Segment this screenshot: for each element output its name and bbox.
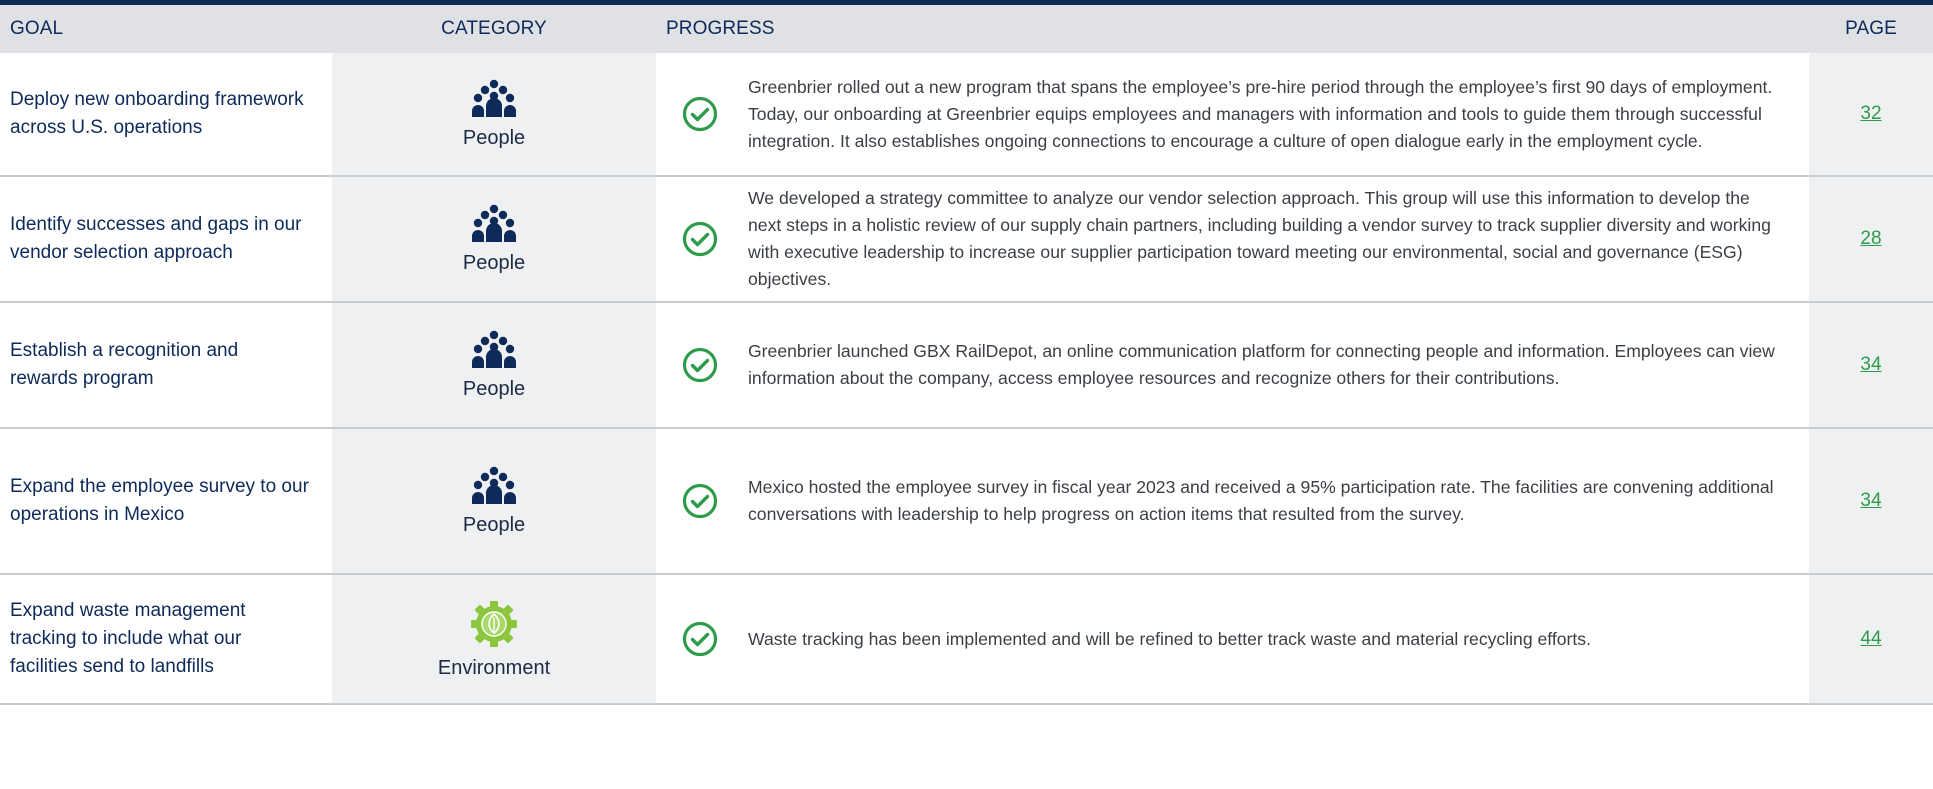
check-circle-icon	[682, 347, 718, 383]
page-cell: 34	[1809, 303, 1933, 427]
goal-text: Expand waste management tracking to incl…	[10, 600, 246, 677]
table-row: Identify successes and gaps in our vendo…	[0, 177, 1933, 303]
category-cell: People	[332, 177, 656, 301]
category-cell: People	[332, 53, 656, 175]
progress-cell: Greenbrier launched GBX RailDepot, an on…	[656, 303, 1809, 427]
check-circle-icon	[682, 483, 718, 519]
goal-cell: Establish a recognition and rewards prog…	[0, 303, 332, 427]
goal-text: Establish a recognition and rewards prog…	[10, 340, 239, 389]
check-circle-icon	[682, 96, 718, 132]
progress-text: Greenbrier rolled out a new program that…	[748, 76, 1773, 151]
people-icon	[472, 79, 516, 117]
category-label: People	[462, 126, 526, 149]
progress-text: Mexico hosted the employee survey in fis…	[748, 477, 1774, 524]
header-category: CATEGORY	[441, 18, 547, 39]
people-icon	[472, 466, 516, 504]
table-row: Expand waste management tracking to incl…	[0, 575, 1933, 705]
people-icon	[472, 204, 516, 242]
progress-cell: Mexico hosted the employee survey in fis…	[656, 429, 1809, 573]
progress-cell: Greenbrier rolled out a new program that…	[656, 53, 1809, 175]
category-cell: People	[332, 303, 656, 427]
check-circle-icon	[682, 621, 718, 657]
header-progress: PROGRESS	[666, 18, 775, 39]
table-row: Expand the employee survey to our operat…	[0, 429, 1933, 575]
table-row: Deploy new onboarding framework across U…	[0, 53, 1933, 177]
page-cell: 34	[1809, 429, 1933, 573]
goal-cell: Identify successes and gaps in our vendo…	[0, 177, 332, 301]
progress-text: Greenbrier launched GBX RailDepot, an on…	[748, 341, 1775, 388]
header-goal: GOAL	[10, 18, 64, 39]
check-circle-icon	[682, 221, 718, 257]
people-icon	[472, 330, 516, 368]
progress-text: Waste tracking has been implemented and …	[748, 628, 1591, 649]
progress-text: We developed a strategy committee to ana…	[748, 188, 1771, 289]
progress-cell: We developed a strategy committee to ana…	[656, 177, 1809, 301]
category-label: People	[462, 251, 526, 274]
page-link[interactable]: 32	[1860, 103, 1881, 125]
page-link[interactable]: 44	[1860, 628, 1881, 650]
progress-cell: Waste tracking has been implemented and …	[656, 575, 1809, 703]
category-label: People	[462, 513, 526, 536]
table-row: Establish a recognition and rewards prog…	[0, 303, 1933, 429]
category-label: Environment	[437, 656, 551, 679]
page-link[interactable]: 34	[1860, 490, 1881, 512]
category-label: People	[462, 377, 526, 400]
page-cell: 44	[1809, 575, 1933, 703]
gear-leaf-icon	[471, 600, 517, 647]
page-link[interactable]: 34	[1860, 354, 1881, 376]
table-header: GOAL CATEGORY PROGRESS PAGE	[0, 5, 1933, 53]
goal-text: Deploy new onboarding framework across U…	[10, 89, 304, 138]
page-cell: 28	[1809, 177, 1933, 301]
category-cell: People	[332, 429, 656, 573]
goal-text: Expand the employee survey to our operat…	[10, 476, 309, 525]
goal-cell: Expand waste management tracking to incl…	[0, 575, 332, 703]
page-link[interactable]: 28	[1860, 228, 1881, 250]
goal-cell: Expand the employee survey to our operat…	[0, 429, 332, 573]
header-page: PAGE	[1845, 18, 1897, 39]
category-cell: Environment	[332, 575, 656, 703]
goal-text: Identify successes and gaps in our vendo…	[10, 214, 302, 263]
goal-cell: Deploy new onboarding framework across U…	[0, 53, 332, 175]
page-cell: 32	[1809, 53, 1933, 175]
